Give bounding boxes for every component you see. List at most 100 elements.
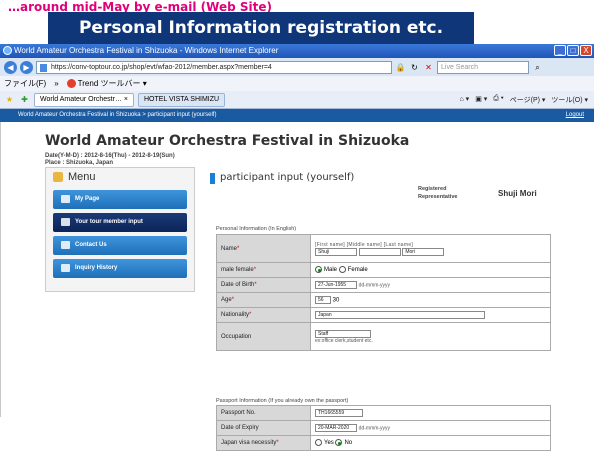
lock-icon[interactable]: 🔒 [395,62,406,73]
rep-name: Shuji Mori [498,189,537,198]
passport-info-table: Passport No. TH1665559 Date of Expiry 20… [216,405,551,451]
name-cell: [First name] [Middle name] [Last name] S… [311,235,551,263]
window-title: World Amateur Orchestra Festival in Shiz… [14,46,278,55]
page-icon [40,64,47,72]
print-button[interactable]: ⎙ ▾ [493,95,504,105]
title-marker [210,173,215,184]
gender-cell: Male Female [311,263,551,278]
tab-world-amateur[interactable]: World Amateur Orchestr… × [34,93,134,107]
occupation-hint: ex:office clerk,student etc. [315,338,546,344]
window-titlebar: World Amateur Orchestra Festival in Shiz… [0,44,594,58]
dob-hint: dd-mmm-yyyy [359,283,390,289]
table-row: male female* Male Female [217,263,551,278]
site-title: World Amateur Orchestra Festival in Shiz… [45,133,409,149]
refresh-icon[interactable]: ↻ [409,62,420,73]
table-row: Occupation Staff ex:office clerk,student… [217,323,551,351]
address-bar[interactable]: https://conv-toptour.co.jp/shop/evt/wfao… [36,61,392,74]
age-display: 30 [333,298,340,304]
pencil-icon [53,172,63,182]
passport-no-label: Passport No. [217,406,311,421]
page-menu[interactable]: ページ(P) ▾ [510,95,546,105]
age-label: Age* [217,293,311,308]
gender-label: male female* [217,263,311,278]
table-row: Passport No. TH1665559 [217,406,551,421]
nationality-label: Nationality* [217,308,311,323]
passport-section-label: Passport Information (If you already own… [216,398,348,404]
person-icon [61,218,70,226]
menu-bar: ファイル(F) » Trend ツールバー ▾ [0,76,594,91]
site-place: Place : Shizuoka, Japan [45,160,113,166]
trend-toolbar[interactable]: Trend ツールバー ▾ [67,76,147,91]
minimize-button[interactable]: _ [554,45,566,56]
representative-box: RegisteredRepresentative Shuji Mori [418,185,556,205]
feeds-button[interactable]: ▣ ▾ [475,95,487,105]
table-row: Name* [First name] [Middle name] [Last n… [217,235,551,263]
tab-bar: ★ ✚ World Amateur Orchestr… × HOTEL VIST… [0,91,594,109]
expiry-input[interactable]: 20-MAR-2020 [315,424,357,432]
expiry-cell: 20-MAR-2020 dd-mmm-yyyy [311,421,551,436]
passport-no-input[interactable]: TH1665559 [315,409,363,417]
site-date: Date(Y-M-D) : 2012-8-16(Thu) - 2012-8-19… [45,153,175,159]
tools-menu[interactable]: ツール(O) ▾ [551,95,588,105]
menu-heading: Menu [46,168,194,186]
add-favorite-icon[interactable]: ✚ [19,94,30,105]
visa-yes-radio[interactable] [315,439,322,446]
search-icon[interactable]: ⌕ [532,62,543,73]
age-input[interactable]: 56 [315,296,331,304]
occupation-label: Occupation [217,323,311,351]
home-icon [61,195,70,203]
address-toolbar: ◀ ▶ https://conv-toptour.co.jp/shop/evt/… [0,58,594,76]
menu-item-tour-member-input[interactable]: Your tour member input [53,213,187,232]
female-radio[interactable] [339,266,346,273]
personal-info-table: Name* [First name] [Middle name] [Last n… [216,234,551,351]
stop-icon[interactable]: ✕ [423,62,434,73]
home-button[interactable]: ⌂ ▾ [460,95,470,105]
nationality-cell: Japan [311,308,551,323]
visa-cell: Yes No [311,436,551,451]
menu-item-inquiry-history[interactable]: Inquiry History [53,259,187,278]
trend-icon [67,79,76,88]
ie-logo-icon [3,46,12,55]
address-url: https://conv-toptour.co.jp/shop/evt/wfao… [51,64,272,71]
dob-input[interactable]: 27-Jun-1955 [315,281,357,289]
table-row: Date of Expiry 20-MAR-2020 dd-mmm-yyyy [217,421,551,436]
age-cell: 56 30 [311,293,551,308]
personal-section-label: Personal Information (In English) [216,226,296,232]
command-bar: ⌂ ▾ ▣ ▾ ⎙ ▾ ページ(P) ▾ ツール(O) ▾ [460,95,594,105]
menu-item-my-page[interactable]: My Page [53,190,187,209]
middle-name-input[interactable] [359,248,401,256]
content-title: participant input (yourself) [208,172,568,183]
expiry-label: Date of Expiry [217,421,311,436]
visa-label: Japan visa necessity* [217,436,311,451]
table-row: Japan visa necessity* Yes No [217,436,551,451]
occupation-input[interactable]: Staff [315,330,371,338]
dob-label: Date of Birth* [217,278,311,293]
passport-no-cell: TH1665559 [311,406,551,421]
table-row: Date of Birth* 27-Jun-1955 dd-mmm-yyyy [217,278,551,293]
site-nav-bar: World Amateur Orchestra Festival in Shiz… [0,109,594,122]
last-name-input[interactable]: Mori [402,248,444,256]
expiry-hint: dd-mmm-yyyy [359,426,390,432]
back-button[interactable]: ◀ [4,61,17,74]
tab-hotel-vista[interactable]: HOTEL VISTA SHIMIZU [138,93,225,107]
logout-link[interactable]: Logout [566,109,584,122]
mail-icon [61,241,70,249]
page-content: World Amateur Orchestra Festival in Shiz… [0,122,594,417]
close-button[interactable]: X [580,45,592,56]
rep-label: RegisteredRepresentative [418,185,457,201]
menu-more[interactable]: » [54,76,58,91]
maximize-button[interactable]: □ [567,45,579,56]
favorites-star-icon[interactable]: ★ [4,94,15,105]
nationality-input[interactable]: Japan [315,311,485,319]
visa-no-radio[interactable] [335,439,342,446]
male-radio[interactable] [315,266,322,273]
table-row: Nationality* Japan [217,308,551,323]
first-name-input[interactable]: Shuji [315,248,357,256]
history-icon [61,264,70,272]
menu-item-contact-us[interactable]: Contact Us [53,236,187,255]
menu-file[interactable]: ファイル(F) [4,76,46,91]
forward-button[interactable]: ▶ [20,61,33,74]
breadcrumb[interactable]: World Amateur Orchestra Festival in Shiz… [18,112,216,118]
search-input[interactable]: Live Search [437,61,529,74]
name-label: Name* [217,235,311,263]
